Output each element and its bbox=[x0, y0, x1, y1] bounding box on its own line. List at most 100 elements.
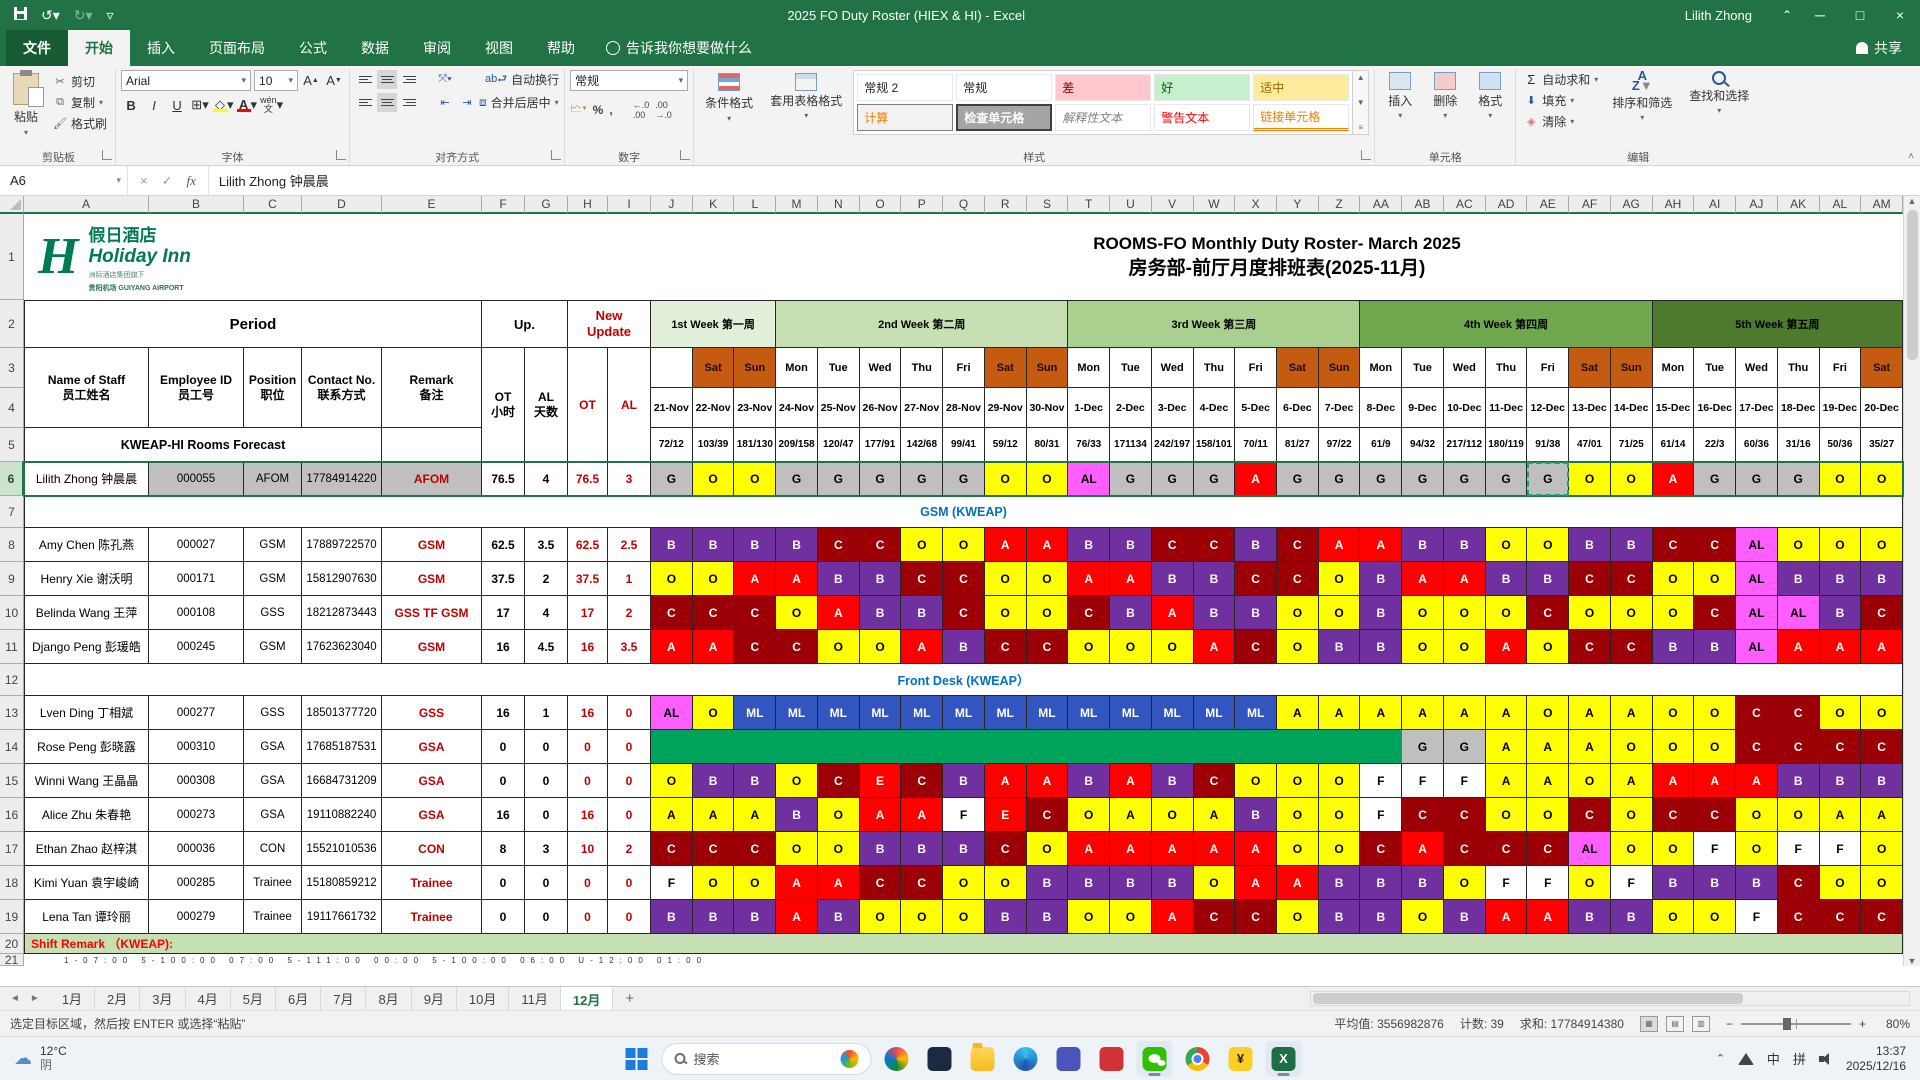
staff-id-cell[interactable]: 000055 bbox=[149, 462, 244, 496]
shift-cell-C[interactable]: C bbox=[817, 528, 860, 562]
shift-cell-A[interactable]: A bbox=[1694, 764, 1737, 798]
staff-new-ot-cell[interactable]: 16 bbox=[568, 798, 608, 832]
align-bottom-icon[interactable] bbox=[399, 70, 419, 89]
shift-cell-A[interactable]: A bbox=[1527, 730, 1570, 764]
column-header-I[interactable]: I bbox=[608, 196, 651, 214]
shift-cell-ML[interactable]: ML bbox=[901, 696, 944, 730]
column-header-AL[interactable]: AL bbox=[1819, 196, 1862, 214]
occupancy-forecast-cell[interactable]: 120/47 bbox=[817, 428, 860, 462]
percent-style-icon[interactable]: % bbox=[593, 103, 604, 117]
shift-cell-A[interactable]: A bbox=[1652, 764, 1695, 798]
shift-cell-B[interactable]: B bbox=[1318, 630, 1361, 664]
shift-cell-A[interactable]: A bbox=[1110, 562, 1152, 596]
shift-cell-C[interactable]: C bbox=[776, 630, 818, 664]
shift-cell-C[interactable]: C bbox=[901, 562, 944, 596]
vertical-scrollbar[interactable]: ▲ ▼ bbox=[1903, 196, 1920, 966]
shift-cell-ML[interactable]: ML bbox=[1193, 696, 1236, 730]
shift-cell-A[interactable]: A bbox=[1485, 900, 1528, 934]
shift-cell-ML[interactable]: ML bbox=[984, 696, 1027, 730]
formula-input[interactable]: Lilith Zhong 钟晨晨 bbox=[209, 166, 1920, 195]
shift-cell-O[interactable]: O bbox=[1527, 798, 1570, 832]
shift-cell-B[interactable]: B bbox=[1694, 630, 1737, 664]
shift-cell-B[interactable]: B bbox=[1360, 596, 1403, 630]
shift-cell-G[interactable]: G bbox=[943, 462, 985, 496]
shift-cell-O[interactable]: O bbox=[859, 630, 902, 664]
taskbar-app-store[interactable] bbox=[1094, 1041, 1130, 1077]
column-header-K[interactable]: K bbox=[692, 196, 735, 214]
shift-cell-B[interactable]: B bbox=[1151, 866, 1194, 900]
shift-cell-A[interactable]: A bbox=[1485, 730, 1528, 764]
shift-cell-B[interactable]: B bbox=[1569, 900, 1611, 934]
shift-cell-F[interactable]: F bbox=[1360, 798, 1403, 832]
shift-cell-AL[interactable]: AL bbox=[651, 696, 693, 730]
shift-cell-A[interactable]: A bbox=[1527, 764, 1570, 798]
shift-cell-O[interactable]: O bbox=[1277, 596, 1319, 630]
shift-cell-C[interactable]: C bbox=[1569, 630, 1611, 664]
shift-cell-B[interactable]: B bbox=[859, 832, 902, 866]
format-cells-button[interactable]: 格式 ▾ bbox=[1470, 70, 1510, 122]
row-header-5[interactable]: 5 bbox=[0, 428, 24, 462]
bold-button[interactable]: B bbox=[121, 95, 141, 115]
row-header-12[interactable]: 12 bbox=[0, 664, 24, 696]
shift-cell-B[interactable]: B bbox=[1652, 630, 1695, 664]
shift-cell-O[interactable]: O bbox=[651, 562, 693, 596]
staff-id-cell[interactable]: 000308 bbox=[149, 764, 244, 798]
staff-position-cell[interactable]: AFOM bbox=[244, 462, 302, 496]
row-header-1[interactable]: 1 bbox=[0, 214, 24, 300]
staff-ot-cell[interactable]: 0 bbox=[482, 764, 525, 798]
staff-al-cell[interactable]: 4 bbox=[525, 596, 568, 630]
zoom-slider[interactable] bbox=[1740, 1017, 1851, 1030]
staff-al-cell[interactable]: 0 bbox=[525, 798, 568, 832]
shift-cell-empty[interactable] bbox=[859, 730, 902, 764]
align-middle-icon[interactable] bbox=[377, 70, 398, 89]
shift-cell-O[interactable]: O bbox=[1652, 562, 1695, 596]
staff-new-al-cell[interactable]: 3 bbox=[608, 462, 651, 496]
tab-scroll-left-icon[interactable]: ◄ bbox=[10, 993, 20, 1004]
shift-cell-B[interactable]: B bbox=[1861, 764, 1903, 798]
menu-tab-文件[interactable]: 文件 bbox=[6, 30, 68, 66]
staff-new-al-cell[interactable]: 0 bbox=[608, 696, 651, 730]
column-header-L[interactable]: L bbox=[734, 196, 777, 214]
shift-cell-O[interactable]: O bbox=[943, 528, 985, 562]
shift-cell-C[interactable]: C bbox=[1610, 562, 1653, 596]
occupancy-forecast-cell[interactable]: 217/112 bbox=[1443, 428, 1486, 462]
staff-new-ot-cell[interactable]: 62.5 bbox=[568, 528, 608, 562]
shift-cell-O[interactable]: O bbox=[1861, 528, 1903, 562]
shift-cell-O[interactable]: O bbox=[1527, 696, 1570, 730]
shift-cell-C[interactable]: C bbox=[984, 630, 1027, 664]
staff-al-cell[interactable]: 3 bbox=[525, 832, 568, 866]
cell-style-explain[interactable]: 解释性文本 bbox=[1055, 104, 1152, 131]
staff-remark-cell[interactable]: CON bbox=[382, 832, 482, 866]
staff-position-cell[interactable]: GSM bbox=[244, 562, 302, 596]
sheet-tab-9月[interactable]: 9月 bbox=[412, 987, 457, 1010]
tell-me-box[interactable]: 告诉我你想要做什么 bbox=[592, 30, 766, 66]
row-header-6[interactable]: 6 bbox=[0, 462, 24, 496]
shift-cell-O[interactable]: O bbox=[1527, 630, 1570, 664]
staff-ot-cell[interactable]: 76.5 bbox=[482, 462, 525, 496]
staff-new-al-cell[interactable]: 2 bbox=[608, 832, 651, 866]
shift-cell-F[interactable]: F bbox=[1443, 764, 1486, 798]
row-header-14[interactable]: 14 bbox=[0, 730, 24, 764]
font-color-icon[interactable]: A ▾ bbox=[236, 95, 257, 115]
shift-cell-A[interactable]: A bbox=[1193, 798, 1236, 832]
staff-contact-cell[interactable]: 18501377720 bbox=[302, 696, 382, 730]
shift-cell-O[interactable]: O bbox=[1151, 630, 1194, 664]
page-layout-view-icon[interactable]: ▤ bbox=[1665, 1015, 1684, 1032]
occupancy-forecast-cell[interactable]: 94/32 bbox=[1402, 428, 1444, 462]
shift-cell-O[interactable]: O bbox=[1318, 764, 1361, 798]
shift-cell-ML[interactable]: ML bbox=[1026, 696, 1069, 730]
shift-cell-O[interactable]: O bbox=[1652, 696, 1695, 730]
align-top-icon[interactable] bbox=[355, 70, 375, 89]
shift-cell-B[interactable]: B bbox=[651, 528, 693, 562]
staff-new-al-cell[interactable]: 0 bbox=[608, 730, 651, 764]
staff-remark-cell[interactable]: Trainee bbox=[382, 866, 482, 900]
conditional-formatting-button[interactable]: 条件格式 ▾ bbox=[699, 70, 759, 126]
menu-tab-视图[interactable]: 视图 bbox=[468, 30, 530, 66]
shift-cell-A[interactable]: A bbox=[1861, 630, 1903, 664]
shift-cell-B[interactable]: B bbox=[901, 832, 944, 866]
row-header-21[interactable]: 21 bbox=[0, 954, 24, 966]
shift-cell-B[interactable]: B bbox=[1068, 866, 1111, 900]
shift-cell-A[interactable]: A bbox=[776, 900, 818, 934]
shift-cell-O[interactable]: O bbox=[943, 900, 985, 934]
shift-cell-A[interactable]: A bbox=[1318, 696, 1361, 730]
